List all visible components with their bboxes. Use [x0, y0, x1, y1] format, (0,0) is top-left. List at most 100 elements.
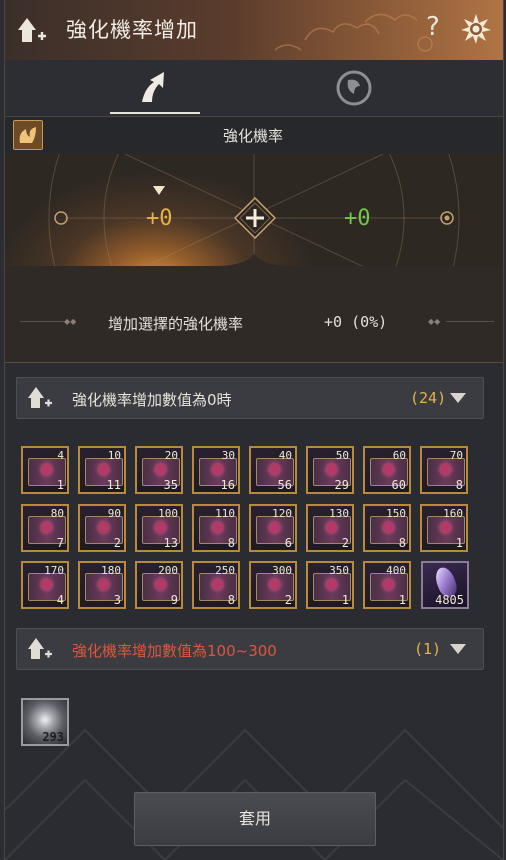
- item-level: 60: [392, 449, 406, 462]
- item-quantity: 1: [455, 535, 463, 550]
- item-quantity: 7: [56, 535, 64, 550]
- enhance-scroll-slot[interactable]: 40 56: [249, 446, 297, 494]
- item-level: 170: [44, 564, 64, 577]
- enhance-arrow-icon: [18, 14, 48, 46]
- chevron-down-icon[interactable]: [450, 393, 466, 403]
- item-level: 250: [215, 564, 235, 577]
- help-button[interactable]: ?: [426, 12, 440, 42]
- enhance-scroll-slot[interactable]: 250 8: [192, 561, 240, 609]
- item-quantity: 16: [220, 478, 235, 492]
- enhance-scroll-slot[interactable]: 100 13: [135, 503, 183, 552]
- enhance-scroll-slot[interactable]: 110 8: [192, 503, 240, 552]
- enhance-scroll-slot[interactable]: 60 60: [363, 446, 411, 494]
- item-level: 20: [164, 449, 178, 462]
- item-quantity: 56: [277, 478, 292, 492]
- enhance-scroll-slot[interactable]: 350 1: [306, 561, 354, 609]
- window-title: 強化機率增加: [66, 18, 198, 42]
- tab-other[interactable]: [308, 62, 400, 114]
- item-quantity: 8: [455, 478, 463, 492]
- enhance-scroll-slot[interactable]: 180 3: [78, 561, 126, 609]
- item-level: 80: [50, 506, 64, 520]
- item-level: 70: [449, 449, 463, 462]
- item-level: 120: [272, 506, 292, 520]
- item-quantity: 8: [398, 535, 406, 550]
- enhance-scroll-slot[interactable]: 41: [21, 446, 69, 494]
- item-quantity: 35: [163, 478, 178, 492]
- enhance-scroll-slot[interactable]: 90 2: [78, 503, 126, 552]
- item-quantity: 1: [341, 593, 349, 607]
- item-quantity: 6: [284, 535, 292, 550]
- item-quantity: 8: [227, 535, 235, 550]
- enhance-scroll-slot[interactable]: 130 2: [306, 503, 354, 552]
- enhance-scroll-slot[interactable]: 170 4: [21, 561, 69, 609]
- group-range-count: (1): [414, 640, 442, 658]
- item-quantity: 29: [334, 478, 349, 492]
- enhance-scroll-slot[interactable]: 200 9: [135, 561, 183, 609]
- enhance-scroll-slot[interactable]: 30 16: [192, 446, 240, 494]
- enhance-scroll-slot[interactable]: 10 11: [78, 446, 126, 494]
- enhance-scroll-slot[interactable]: 400 1: [363, 561, 411, 609]
- item-level: 100: [158, 506, 178, 520]
- enhance-arrow-icon: [28, 384, 54, 410]
- group-zero-title: 強化機率增加數值為0時: [72, 391, 232, 409]
- rate-label: 增加選擇的強化機率: [108, 315, 244, 333]
- settings-gear-icon[interactable]: [460, 13, 492, 45]
- current-level-marker: [153, 186, 165, 195]
- enhance-arrow-icon: [28, 635, 54, 661]
- enhance-scroll-slot[interactable]: 20 35: [135, 446, 183, 494]
- enhance-header-title: 強化機率: [222, 127, 283, 145]
- result-enhance-value: +0: [344, 206, 371, 231]
- enhance-scroll-slot[interactable]: 80 7: [21, 503, 69, 552]
- item-quantity: 4805: [435, 593, 464, 607]
- item-level: 180: [101, 564, 121, 577]
- item-level: 4: [57, 449, 64, 462]
- item-level: 10: [107, 449, 121, 462]
- divider-right: [446, 321, 494, 322]
- item-quantity: 1: [56, 478, 64, 492]
- item-level: 30: [221, 449, 235, 462]
- divider-left: [20, 321, 68, 322]
- rate-value: +0 (0%): [324, 313, 388, 331]
- group-range-title: 強化機率增加數值為100~300: [72, 642, 277, 660]
- current-enhance-value: +0: [146, 206, 173, 231]
- item-quantity: 1: [398, 593, 406, 607]
- enhance-scroll-slot[interactable]: 70 8: [420, 446, 468, 494]
- item-level: 90: [107, 506, 121, 520]
- item-quantity: 8: [227, 593, 235, 607]
- item-level: 350: [329, 564, 349, 577]
- item-level: 110: [215, 506, 235, 520]
- enhance-scroll-slot[interactable]: 150 8: [363, 503, 411, 552]
- item-level: 130: [329, 506, 349, 520]
- item-level: 200: [158, 564, 178, 577]
- tab-active-underline: [110, 112, 200, 114]
- item-quantity: 4: [56, 593, 64, 607]
- item-quantity: 11: [106, 478, 121, 492]
- item-level: 50: [335, 449, 349, 462]
- galaxy-item-slot[interactable]: 293: [21, 698, 69, 746]
- item-quantity: 13: [163, 535, 178, 550]
- tab-enhance[interactable]: [108, 62, 200, 114]
- tab-bar: [5, 60, 503, 116]
- item-level: 300: [272, 564, 292, 577]
- enhance-scroll-slot[interactable]: 120 6: [249, 503, 297, 552]
- chevron-down-icon[interactable]: [450, 644, 466, 654]
- item-quantity: 3: [113, 593, 121, 607]
- crystal-item-slot[interactable]: 4805: [421, 561, 469, 609]
- enhance-scroll-slot[interactable]: 50 29: [306, 446, 354, 494]
- item-quantity: 2: [284, 593, 292, 607]
- enhance-scroll-slot[interactable]: 300 2: [249, 561, 297, 609]
- item-level: 160: [443, 506, 463, 520]
- apply-button[interactable]: 套用: [134, 792, 376, 846]
- item-level: 150: [386, 506, 406, 520]
- item-level: 40: [278, 449, 292, 462]
- item-quantity: 2: [341, 535, 349, 550]
- group-zero-count: (24): [410, 389, 447, 407]
- item-quantity: 9: [170, 593, 178, 607]
- item-quantity: 60: [391, 478, 406, 492]
- divider-left-dots: ◆◆: [64, 317, 77, 326]
- divider-right-dots: ◆◆: [428, 317, 441, 326]
- enhance-scroll-slot[interactable]: 160 1: [420, 503, 468, 552]
- item-quantity: 293: [42, 730, 64, 744]
- item-level: 400: [386, 564, 406, 577]
- add-material-button[interactable]: [233, 196, 277, 240]
